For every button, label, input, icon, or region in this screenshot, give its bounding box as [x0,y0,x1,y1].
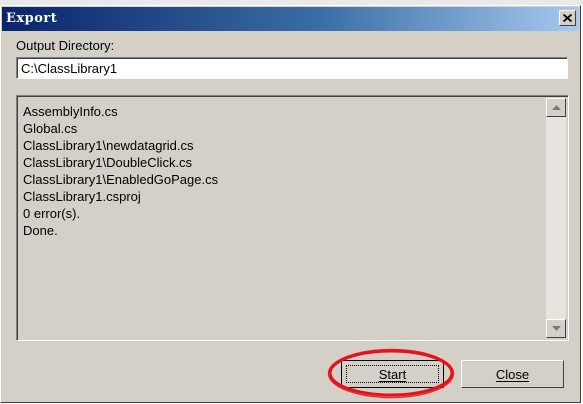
log-scrollbar[interactable] [546,98,566,338]
close-window-button[interactable] [559,10,576,26]
log-line: Done. [23,223,58,238]
log-line: AssemblyInfo.cs [23,104,118,119]
close-icon [563,14,572,22]
log-line: ClassLibrary1\DoubleClick.cs [23,155,193,170]
output-directory-input[interactable]: C:\ClassLibrary1 [16,57,568,79]
log-line: ClassLibrary1.csproj [23,189,141,204]
log-line: 0 error(s). [23,206,81,221]
background-window-text: · · · · · · · · · · · · · · · · · · · · … [52,0,363,4]
export-log-panel[interactable]: AssemblyInfo.cs Global.cs ClassLibrary1\ne… [16,95,569,341]
log-lines: AssemblyInfo.cs Global.cs ClassLibrary1\ne… [23,103,542,239]
scroll-down-button[interactable] [546,319,566,338]
close-button[interactable]: Close [461,360,564,388]
window-title: Export [6,11,58,26]
output-directory-label: Output Directory: [16,38,115,53]
scroll-down-arrow-icon [551,326,561,331]
title-bar[interactable]: Export [2,7,579,31]
scroll-up-button[interactable] [546,98,566,117]
log-line: ClassLibrary1\EnabledGoPage.cs [23,172,219,187]
log-line: ClassLibrary1\newdatagrid.cs [23,138,194,153]
close-button-label: Close [495,366,530,382]
log-line: Global.cs [23,121,78,136]
scroll-up-arrow-icon [551,105,561,110]
annotation-ellipse [327,348,455,399]
